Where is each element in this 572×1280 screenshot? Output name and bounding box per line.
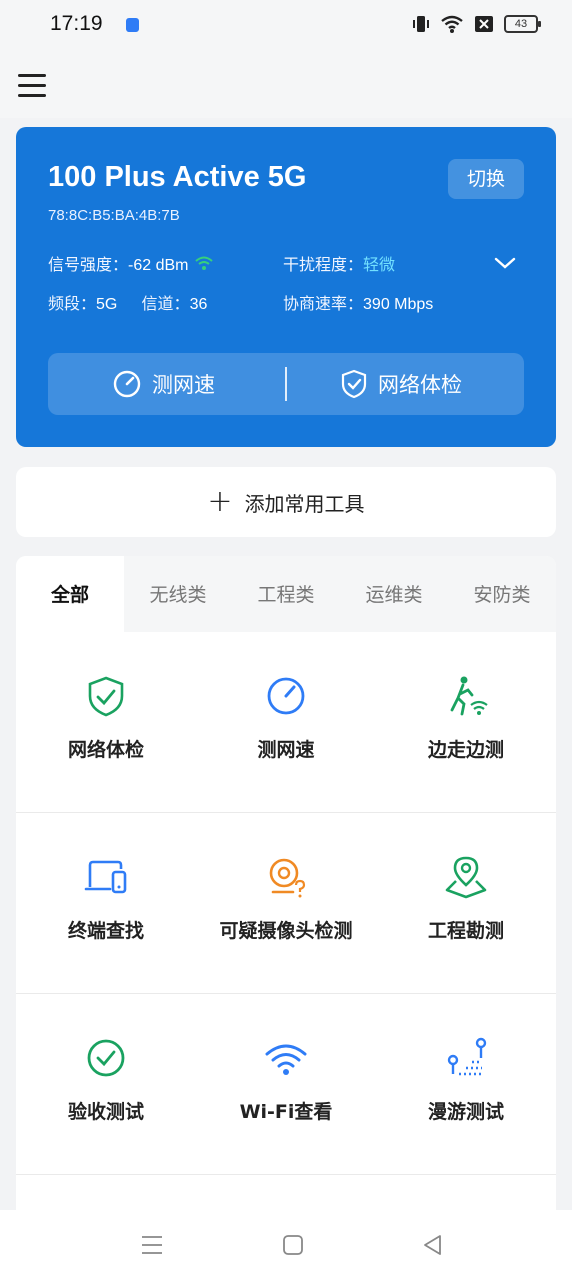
tool-label: 漫游测试: [427, 1101, 504, 1123]
speedtest-button[interactable]: 测网速: [112, 353, 215, 415]
tool-label: 验收测试: [67, 1101, 144, 1123]
tools-row: 验收测试 Wi-Fi查看 漫游测试: [16, 994, 556, 1175]
speedometer-icon: [113, 370, 141, 398]
tool-label: 边走边测: [427, 739, 504, 761]
tool-label: Wi-Fi查看: [239, 1101, 333, 1123]
devices-icon: [84, 860, 127, 894]
tool-walk-test[interactable]: 边走边测: [376, 632, 556, 813]
status-icons: 43: [412, 14, 541, 34]
band-value: 5G: [96, 296, 118, 313]
band-label: 频段：: [48, 294, 97, 313]
home-icon[interactable]: [280, 1232, 306, 1258]
signal-strength-label: 信号强度：: [48, 255, 129, 274]
network-checkup-label: 网络体检: [378, 373, 462, 397]
vibrate-icon: [413, 16, 429, 32]
app-notification-icon: [126, 18, 139, 32]
tool-roaming-test[interactable]: 漫游测试: [376, 994, 556, 1175]
rate-row: 协商速率：390 Mbps: [283, 290, 433, 314]
shield-check-icon: [341, 369, 367, 399]
switch-network-button[interactable]: 切换: [448, 159, 524, 199]
network-checkup-button[interactable]: 网络体检: [340, 353, 462, 415]
card-action-bar: 测网速 网络体检: [48, 353, 524, 415]
tool-label: 终端查找: [67, 920, 144, 942]
tab-security[interactable]: 安防类: [448, 556, 556, 632]
signal-strength-row: 信号强度：-62 dBm: [48, 251, 214, 275]
plus-icon: +: [207, 484, 233, 519]
battery-icon: 43: [504, 15, 541, 33]
tools-row: 网络体检 测网速 边走边测: [16, 632, 556, 813]
tool-camera-detect[interactable]: 可疑摄像头检测: [196, 813, 376, 994]
top-bar: [0, 52, 572, 118]
tool-speedtest[interactable]: 测网速: [196, 632, 376, 813]
wifi-ssid: 100 Plus Active 5G: [48, 161, 307, 193]
add-tool-label: 添加常用工具: [244, 491, 365, 516]
check-circle-icon: [87, 1039, 125, 1077]
roaming-path-icon: [447, 1037, 487, 1076]
interference-row: 干扰程度：轻微: [283, 251, 395, 275]
shield-check-icon: [88, 676, 124, 717]
wifi-icon: [265, 1044, 307, 1075]
wifi-mac-address: 78:8C:B5:BA:4B:7B: [48, 207, 180, 224]
interference-label: 干扰程度：: [283, 255, 364, 274]
tab-wireless[interactable]: 无线类: [124, 556, 232, 632]
walking-wifi-icon: [450, 676, 488, 716]
signal-wifi-icon: [194, 256, 213, 270]
tool-label: 工程勘测: [427, 920, 504, 942]
add-tool-button[interactable]: + 添加常用工具: [16, 467, 556, 537]
recent-apps-icon[interactable]: [139, 1232, 165, 1258]
tool-label: 测网速: [257, 739, 315, 761]
action-divider: [285, 367, 287, 401]
band-channel-row: 频段：5G 信道：36: [48, 290, 207, 314]
no-sim-icon: [475, 16, 493, 32]
status-bar: 17:19 43: [0, 0, 572, 52]
category-tabs: 全部 无线类 工程类 运维类 安防类: [16, 556, 556, 632]
wifi-status-icon: [441, 15, 463, 33]
tool-label: 可疑摄像头检测: [219, 920, 353, 942]
speedometer-icon: [267, 677, 305, 715]
tools-grid: 网络体检 测网速 边走边测 终端查找 可疑摄像头检测 工程勘测 验收测试 Wi-…: [16, 632, 556, 1215]
tools-row: 终端查找 可疑摄像头检测 工程勘测: [16, 813, 556, 994]
wifi-info-card: 100 Plus Active 5G 78:8C:B5:BA:4B:7B 切换 …: [16, 127, 556, 447]
tools-row-partial: [16, 1175, 556, 1215]
rate-label: 协商速率：: [283, 294, 364, 313]
tool-wifi-view[interactable]: Wi-Fi查看: [196, 994, 376, 1175]
system-nav-bar: [0, 1210, 572, 1280]
status-time: 17:19: [50, 12, 103, 35]
tools-panel: 全部 无线类 工程类 运维类 安防类 网络体检 测网速 边走边测 终端查找 可疑…: [16, 556, 556, 1216]
signal-strength-value: -62 dBm: [128, 257, 189, 274]
interference-value: 轻微: [363, 255, 396, 274]
rate-value: 390 Mbps: [363, 296, 434, 313]
tool-device-finder[interactable]: 终端查找: [16, 813, 196, 994]
back-icon[interactable]: [420, 1232, 446, 1258]
channel-value: 36: [189, 296, 208, 313]
tab-all[interactable]: 全部: [16, 556, 124, 632]
tab-engineering[interactable]: 工程类: [232, 556, 340, 632]
menu-icon[interactable]: [18, 74, 46, 98]
channel-label: 信道：: [141, 294, 190, 313]
tool-network-checkup[interactable]: 网络体检: [16, 632, 196, 813]
tool-site-survey[interactable]: 工程勘测: [376, 813, 556, 994]
tab-operations[interactable]: 运维类: [340, 556, 448, 632]
tool-acceptance-test[interactable]: 验收测试: [16, 994, 196, 1175]
speedtest-label: 测网速: [152, 373, 215, 397]
camera-question-icon: [269, 858, 306, 898]
map-pin-icon: [445, 856, 487, 899]
chevron-down-icon[interactable]: [494, 255, 516, 271]
tool-label: 网络体检: [67, 739, 144, 761]
